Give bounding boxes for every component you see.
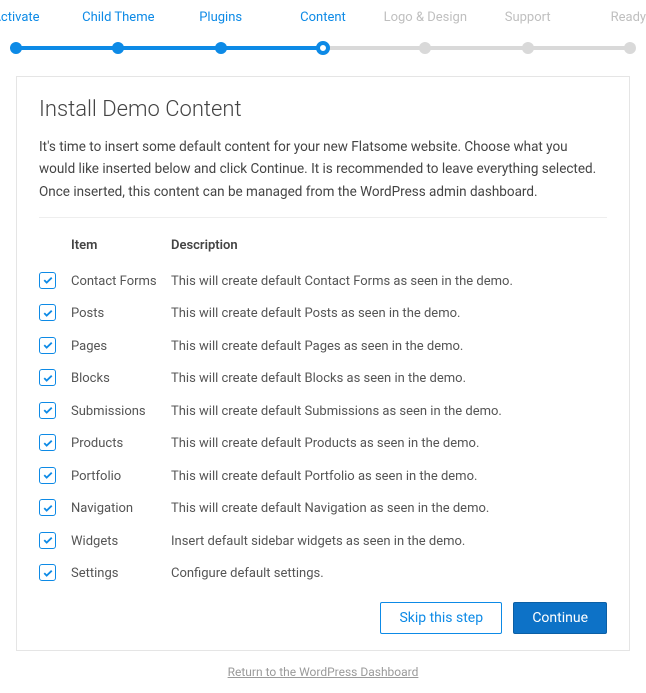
item-name: Navigation: [71, 492, 171, 525]
step-label: Child Theme: [68, 10, 168, 39]
item-description: Insert default sidebar widgets as seen i…: [171, 525, 607, 558]
item-description: This will create default Contact Forms a…: [171, 265, 607, 298]
item-description: This will create default Posts as seen i…: [171, 297, 607, 330]
item-name: Posts: [71, 297, 171, 330]
item-description: This will create default Submissions as …: [171, 395, 607, 428]
step-support: Support: [478, 10, 578, 39]
step-dot: [419, 42, 431, 54]
check-icon: [42, 372, 54, 384]
items-table: Item Description Contact FormsThis will …: [39, 230, 607, 590]
divider: [39, 217, 607, 218]
item-checkbox[interactable]: [39, 467, 56, 484]
item-checkbox[interactable]: [39, 434, 56, 451]
item-checkbox[interactable]: [39, 564, 56, 581]
item-name: Blocks: [71, 362, 171, 395]
item-checkbox[interactable]: [39, 402, 56, 419]
step-dot: [316, 41, 330, 55]
item-name: Pages: [71, 330, 171, 363]
continue-button[interactable]: Continue: [513, 602, 607, 634]
step-label: Logo & Design: [375, 10, 475, 39]
step-content[interactable]: Content: [273, 10, 373, 39]
page-description: It's time to insert some default content…: [39, 136, 607, 203]
content-card: Install Demo Content It's time to insert…: [16, 76, 630, 651]
table-row: WidgetsInsert default sidebar widgets as…: [39, 525, 607, 558]
actions-bar: Skip this step Continue: [39, 602, 607, 634]
item-checkbox[interactable]: [39, 272, 56, 289]
stepper-progress: [16, 46, 323, 50]
step-logo-design: Logo & Design: [375, 10, 475, 39]
item-description: This will create default Navigation as s…: [171, 492, 607, 525]
check-icon: [42, 437, 54, 449]
item-name: Widgets: [71, 525, 171, 558]
item-name: Submissions: [71, 395, 171, 428]
item-checkbox[interactable]: [39, 499, 56, 516]
col-description: Description: [171, 230, 607, 265]
item-name: Portfolio: [71, 460, 171, 493]
step-dot: [522, 42, 534, 54]
table-row: PagesThis will create default Pages as s…: [39, 330, 607, 363]
step-child-theme[interactable]: Child Theme: [68, 10, 168, 39]
table-row: PortfolioThis will create default Portfo…: [39, 460, 607, 493]
skip-button[interactable]: Skip this step: [380, 602, 502, 634]
step-label: Activate: [0, 10, 66, 39]
footer: Return to the WordPress Dashboard: [0, 661, 646, 693]
step-label: Ready!: [580, 10, 646, 39]
check-icon: [42, 534, 54, 546]
page-title: Install Demo Content: [39, 97, 607, 122]
table-row: PostsThis will create default Posts as s…: [39, 297, 607, 330]
setup-stepper: ActivateChild ThemePluginsContentLogo & …: [16, 10, 630, 58]
col-item: Item: [71, 230, 171, 265]
table-row: SettingsConfigure default settings.: [39, 557, 607, 590]
step-label: Content: [273, 10, 373, 39]
step-dot: [10, 42, 22, 54]
check-icon: [42, 567, 54, 579]
step-dot: [215, 42, 227, 54]
item-name: Products: [71, 427, 171, 460]
step-label: Support: [478, 10, 578, 39]
return-dashboard-link[interactable]: Return to the WordPress Dashboard: [228, 665, 419, 679]
step-dot: [624, 42, 636, 54]
step-ready-: Ready!: [580, 10, 646, 39]
item-description: This will create default Products as see…: [171, 427, 607, 460]
step-label: Plugins: [171, 10, 271, 39]
item-checkbox[interactable]: [39, 369, 56, 386]
item-description: This will create default Pages as seen i…: [171, 330, 607, 363]
item-checkbox[interactable]: [39, 337, 56, 354]
step-dot: [112, 42, 124, 54]
item-checkbox[interactable]: [39, 532, 56, 549]
table-row: SubmissionsThis will create default Subm…: [39, 395, 607, 428]
item-description: This will create default Blocks as seen …: [171, 362, 607, 395]
check-icon: [42, 339, 54, 351]
check-icon: [42, 469, 54, 481]
item-description: Configure default settings.: [171, 557, 607, 590]
check-icon: [42, 307, 54, 319]
table-row: ProductsThis will create default Product…: [39, 427, 607, 460]
item-checkbox[interactable]: [39, 304, 56, 321]
check-icon: [42, 502, 54, 514]
item-description: This will create default Portfolio as se…: [171, 460, 607, 493]
step-activate[interactable]: Activate: [0, 10, 66, 39]
check-icon: [42, 404, 54, 416]
table-row: BlocksThis will create default Blocks as…: [39, 362, 607, 395]
table-row: Contact FormsThis will create default Co…: [39, 265, 607, 298]
step-plugins[interactable]: Plugins: [171, 10, 271, 39]
table-row: NavigationThis will create default Navig…: [39, 492, 607, 525]
item-name: Contact Forms: [71, 265, 171, 298]
check-icon: [42, 274, 54, 286]
item-name: Settings: [71, 557, 171, 590]
